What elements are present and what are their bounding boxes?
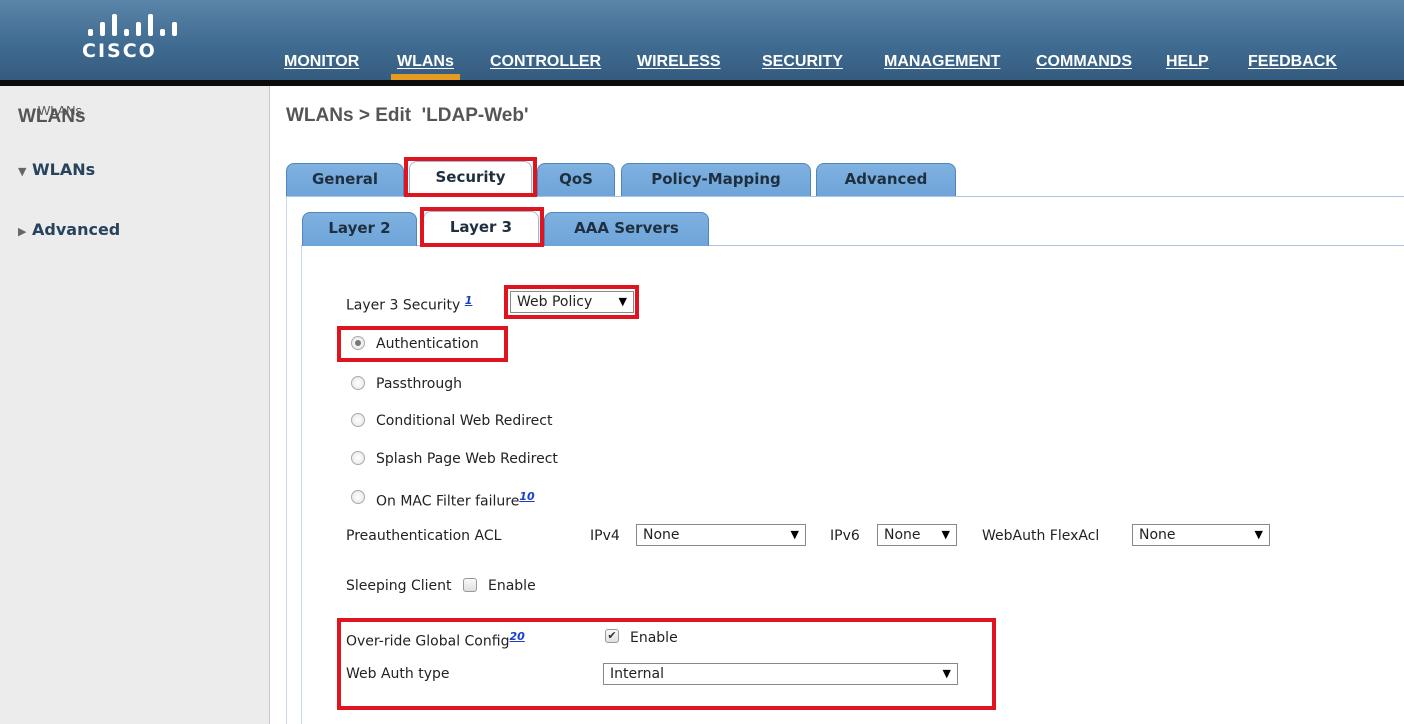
tab-general[interactable]: General xyxy=(286,163,404,197)
radio-mac-filter-failure[interactable] xyxy=(351,490,365,504)
preauth-acl-label: Preauthentication ACL xyxy=(346,528,502,544)
tab-qos[interactable]: QoS xyxy=(537,163,615,197)
ipv4-acl-value: None xyxy=(643,527,680,543)
mac-filter-failure-text: On MAC Filter failure xyxy=(376,493,520,510)
sleeping-client-enable-label: Enable xyxy=(488,578,536,594)
webauth-flexacl-label: WebAuth FlexAcl xyxy=(982,528,1100,544)
sidebar-item-wlans[interactable]: ▼ WLANs xyxy=(18,160,95,179)
layer3-security-text: Layer 3 Security xyxy=(346,297,461,314)
nav-monitor[interactable]: MONITOR xyxy=(284,52,359,80)
ipv6-acl-select[interactable]: None ▼ xyxy=(877,524,957,546)
highlight-security-tab xyxy=(404,157,537,197)
nav-commands[interactable]: COMMANDS xyxy=(1036,52,1132,80)
radio-splash-page-web-redirect-label: Splash Page Web Redirect xyxy=(376,451,558,467)
nav-wlans[interactable]: WLANs xyxy=(391,52,460,80)
radio-conditional-web-redirect[interactable] xyxy=(351,413,365,427)
tab-policy-mapping[interactable]: Policy-Mapping xyxy=(621,163,811,197)
highlight-layer3-tab xyxy=(420,207,544,247)
cisco-logo-text: CISCO xyxy=(82,40,157,62)
radio-passthrough-label: Passthrough xyxy=(376,376,462,392)
highlight-authentication-radio xyxy=(337,326,508,362)
mac-filter-footnote-link[interactable]: 10 xyxy=(519,490,534,503)
webauth-flexacl-value: None xyxy=(1139,527,1176,543)
dropdown-arrow-icon: ▼ xyxy=(790,528,799,541)
dropdown-arrow-icon: ▼ xyxy=(1254,528,1263,541)
tab-advanced[interactable]: Advanced xyxy=(816,163,956,197)
radio-mac-filter-failure-label: On MAC Filter failure10 xyxy=(376,490,535,510)
highlight-override-webauth xyxy=(337,618,996,710)
subtab-layer2[interactable]: Layer 2 xyxy=(302,212,417,246)
sidebar: WLANs xyxy=(0,86,270,724)
subtab-aaa-servers[interactable]: AAA Servers xyxy=(544,212,709,246)
sidebar-item-advanced[interactable]: ▶ Advanced xyxy=(18,220,120,239)
nav-wireless[interactable]: WIRELESS xyxy=(637,52,721,80)
webauth-flexacl-select[interactable]: None ▼ xyxy=(1132,524,1270,546)
nav-help[interactable]: HELP xyxy=(1166,52,1209,80)
cisco-logo: CISCO xyxy=(78,12,188,72)
layer3-footnote-link[interactable]: 1 xyxy=(465,294,473,307)
ipv6-label: IPv6 xyxy=(830,528,860,544)
sidebar-subitem-wlans[interactable]: WLANs xyxy=(38,103,82,118)
nav-controller[interactable]: CONTROLLER xyxy=(490,52,601,80)
sleeping-client-checkbox[interactable] xyxy=(463,578,477,592)
dropdown-arrow-icon: ▼ xyxy=(941,528,950,541)
sidebar-item-label: Advanced xyxy=(32,220,121,239)
top-header: CISCO MONITOR WLANs CONTROLLER WIRELESS … xyxy=(0,0,1404,86)
layer3-security-label: Layer 3 Security 1 xyxy=(346,294,472,314)
ipv4-label: IPv4 xyxy=(590,528,620,544)
ipv4-acl-select[interactable]: None ▼ xyxy=(636,524,806,546)
cisco-logo-bars-icon xyxy=(88,12,178,36)
sleeping-client-label: Sleeping Client xyxy=(346,578,452,594)
collapsed-triangle-icon: ▶ xyxy=(18,225,27,238)
ipv6-acl-value: None xyxy=(884,527,921,543)
radio-splash-page-web-redirect[interactable] xyxy=(351,451,365,465)
radio-conditional-web-redirect-label: Conditional Web Redirect xyxy=(376,413,553,429)
nav-feedback[interactable]: FEEDBACK xyxy=(1248,52,1337,80)
expanded-triangle-icon: ▼ xyxy=(18,165,27,178)
radio-passthrough[interactable] xyxy=(351,376,365,390)
sidebar-item-label: WLANs xyxy=(32,160,96,179)
page-title: WLANs > Edit 'LDAP-Web' xyxy=(286,105,529,126)
highlight-layer3-security-select xyxy=(504,285,639,319)
nav-management[interactable]: MANAGEMENT xyxy=(884,52,1000,80)
nav-security[interactable]: SECURITY xyxy=(762,52,843,80)
